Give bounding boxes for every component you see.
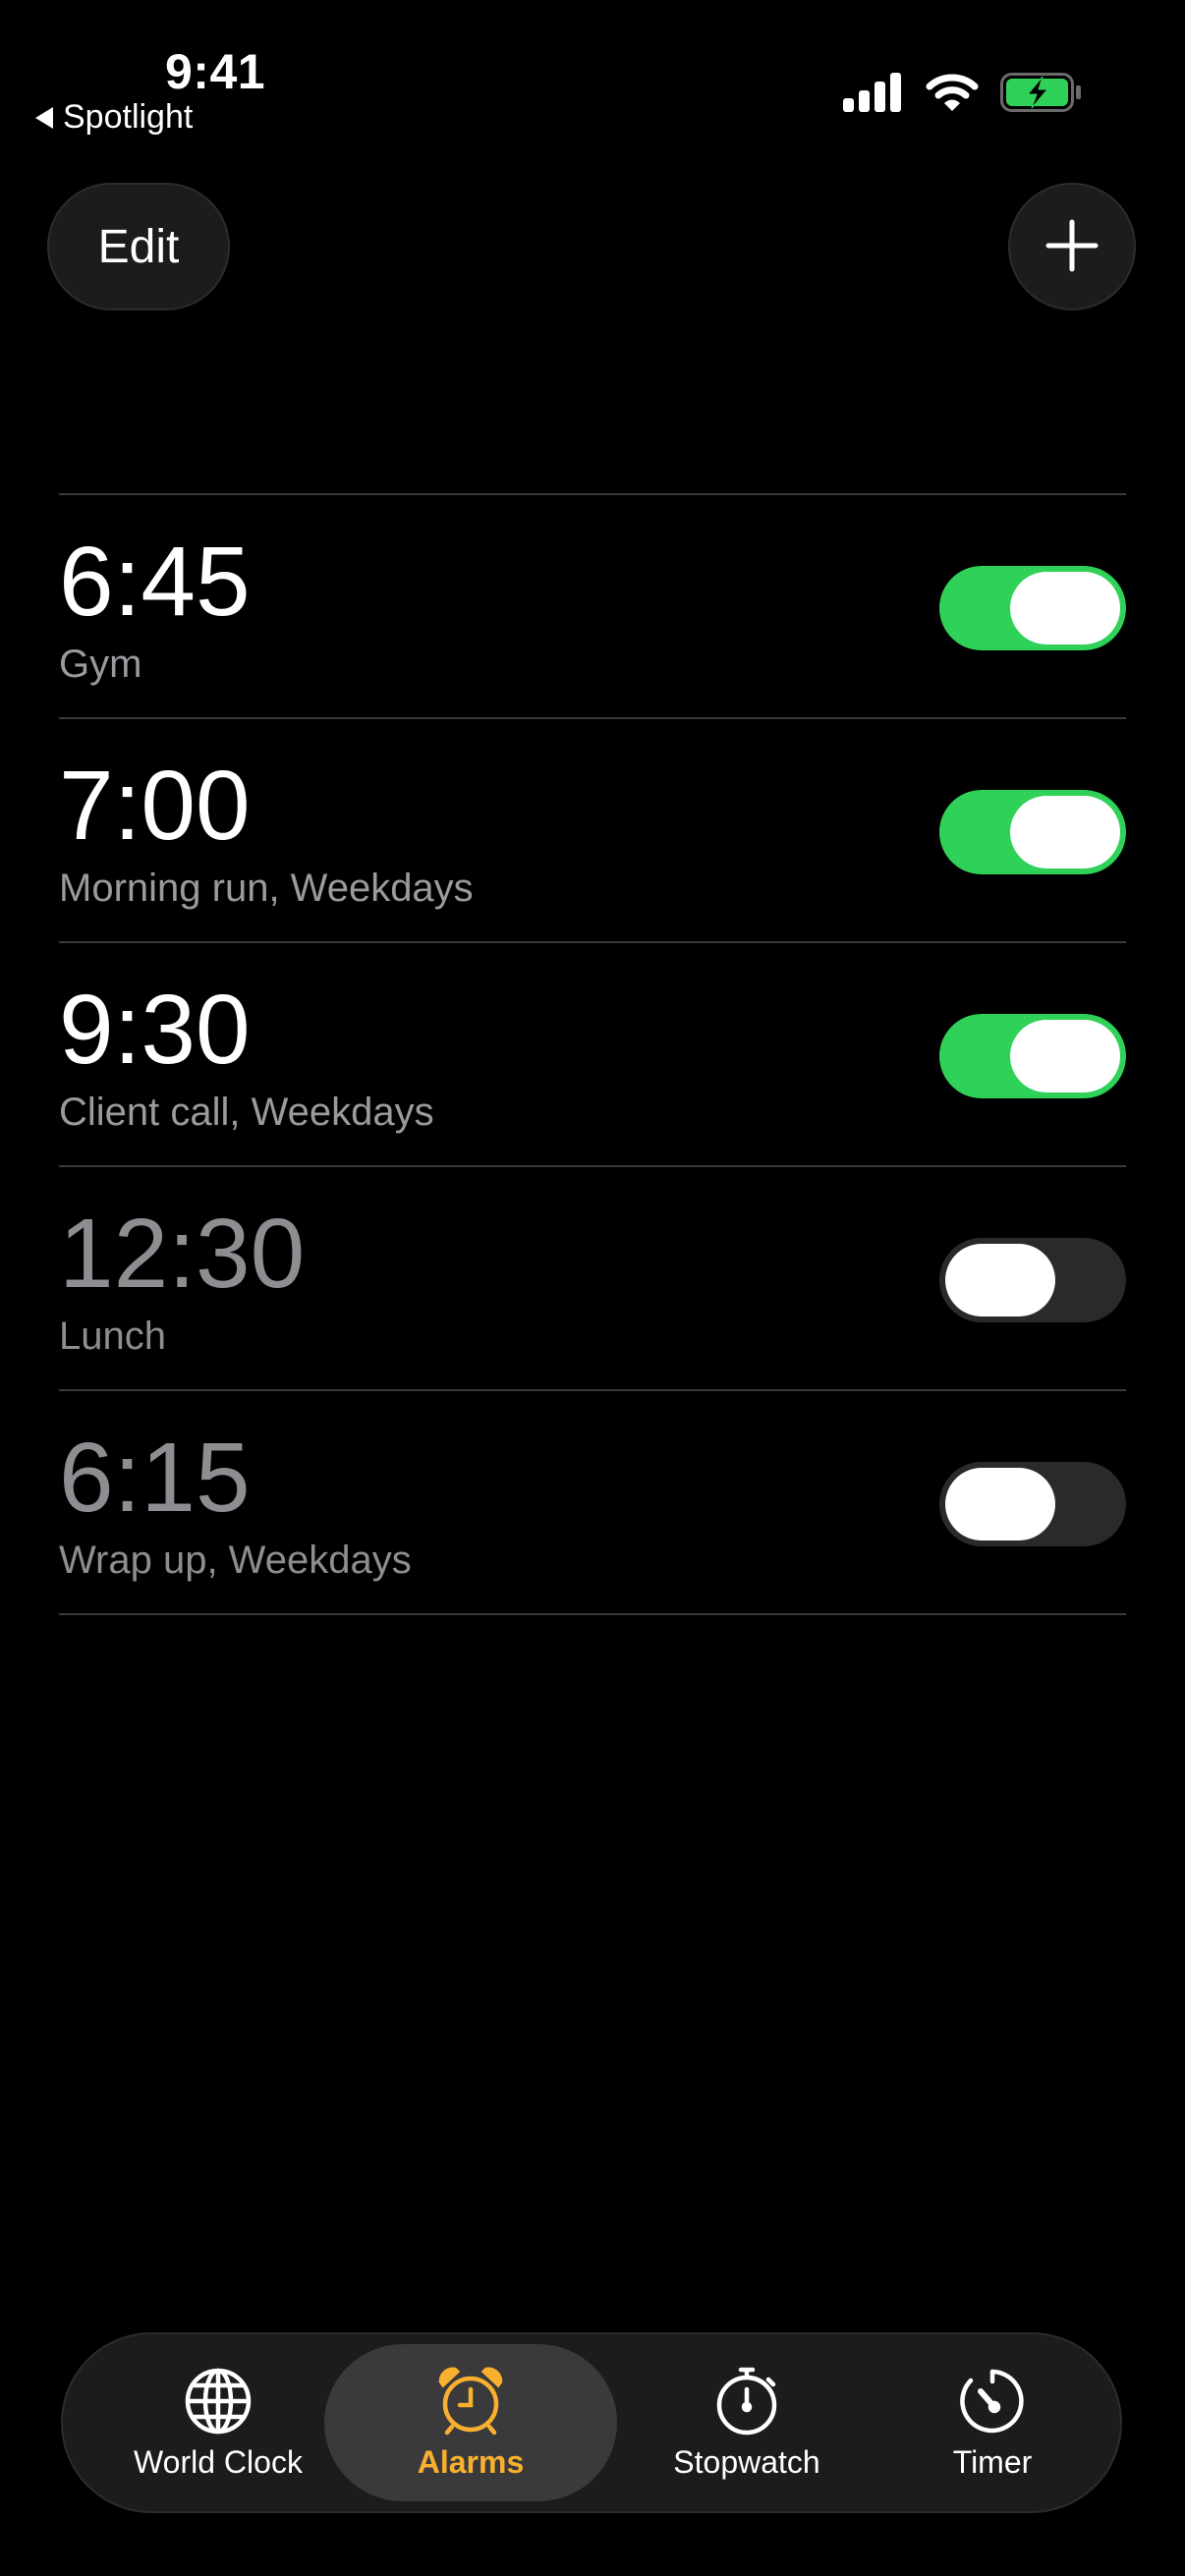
alarm-row[interactable]: 7:00 Morning run, Weekdays bbox=[59, 719, 1126, 943]
alarm-toggle[interactable] bbox=[939, 1238, 1126, 1322]
alarm-time: 6:15 bbox=[59, 1423, 251, 1533]
globe-icon bbox=[183, 2366, 254, 2436]
plus-icon bbox=[1044, 218, 1100, 276]
timer-icon bbox=[957, 2366, 1028, 2436]
alarms-screen: 9:41 Spotlight Edit 6:45 Gym 7:00 Mornin… bbox=[0, 0, 1185, 2576]
back-arrow-icon bbox=[35, 106, 53, 129]
alarm-label: Client call, Weekdays bbox=[59, 1091, 434, 1134]
wifi-icon bbox=[926, 73, 979, 117]
back-to-spotlight-link[interactable]: Spotlight bbox=[35, 98, 193, 137]
toggle-knob bbox=[1010, 796, 1120, 868]
alarm-toggle[interactable] bbox=[939, 1014, 1126, 1098]
toggle-knob bbox=[945, 1244, 1055, 1316]
alarm-time: 7:00 bbox=[59, 751, 251, 861]
alarm-time: 9:30 bbox=[59, 975, 251, 1085]
edit-button[interactable]: Edit bbox=[47, 183, 230, 310]
alarm-time: 6:45 bbox=[59, 527, 251, 637]
tab-stopwatch[interactable]: Stopwatch bbox=[619, 2344, 875, 2501]
alarm-row[interactable]: 6:15 Wrap up, Weekdays bbox=[59, 1391, 1126, 1615]
alarm-clock-icon bbox=[435, 2366, 506, 2436]
alarm-label: Morning run, Weekdays bbox=[59, 867, 474, 910]
alarm-toggle[interactable] bbox=[939, 566, 1126, 650]
alarm-toggle[interactable] bbox=[939, 1462, 1126, 1546]
cellular-signal-icon bbox=[843, 73, 904, 117]
status-time: 9:41 bbox=[165, 44, 266, 99]
tab-world-clock[interactable]: World Clock bbox=[71, 2344, 366, 2501]
alarm-label: Lunch bbox=[59, 1315, 166, 1358]
battery-charging-icon bbox=[1000, 73, 1083, 117]
status-indicators bbox=[843, 73, 1083, 117]
tab-timer[interactable]: Timer bbox=[875, 2344, 1110, 2501]
alarm-row[interactable]: 9:30 Client call, Weekdays bbox=[59, 943, 1126, 1167]
alarm-label: Wrap up, Weekdays bbox=[59, 1539, 412, 1582]
toggle-knob bbox=[945, 1468, 1055, 1540]
alarm-list: 6:45 Gym 7:00 Morning run, Weekdays 9:30… bbox=[59, 493, 1126, 1615]
tab-label: Timer bbox=[952, 2443, 1033, 2480]
alarm-row[interactable]: 6:45 Gym bbox=[59, 495, 1126, 719]
tab-label: Stopwatch bbox=[673, 2443, 820, 2480]
toggle-knob bbox=[1010, 1020, 1120, 1092]
alarm-label: Gym bbox=[59, 643, 142, 686]
alarm-toggle[interactable] bbox=[939, 790, 1126, 874]
stopwatch-icon bbox=[711, 2366, 782, 2436]
add-alarm-button[interactable] bbox=[1008, 183, 1136, 310]
tab-bar: World Clock Alarms Stopwatch Timer bbox=[61, 2332, 1122, 2513]
tab-label: Alarms bbox=[417, 2443, 525, 2480]
tab-label: World Clock bbox=[134, 2443, 303, 2480]
tab-alarms[interactable]: Alarms bbox=[324, 2344, 617, 2501]
alarm-row[interactable]: 12:30 Lunch bbox=[59, 1167, 1126, 1391]
back-link-label: Spotlight bbox=[63, 98, 194, 136]
alarm-time: 12:30 bbox=[59, 1199, 306, 1309]
toggle-knob bbox=[1010, 572, 1120, 644]
